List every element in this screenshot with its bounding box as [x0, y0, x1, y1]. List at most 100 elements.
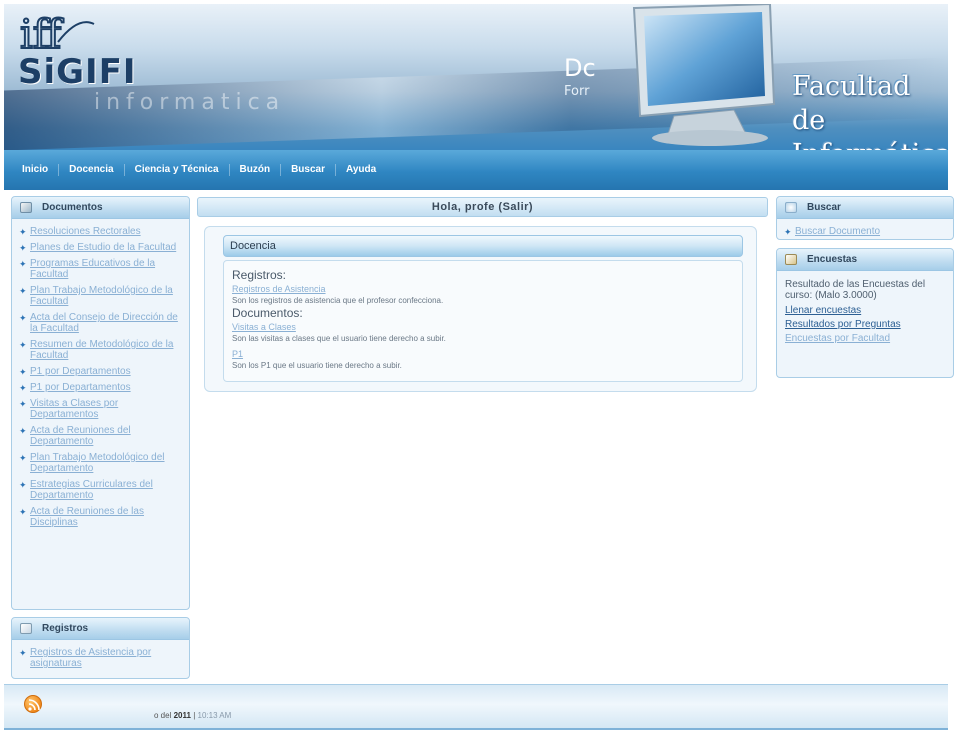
bullet-icon: ✦ — [19, 426, 27, 436]
bullet-icon: ✦ — [19, 243, 27, 253]
faculty-title: Facultad de Informática — [792, 70, 948, 150]
encuestas-summary: Resultado de las Encuestas del curso: (M… — [785, 279, 926, 301]
bullet-icon: ✦ — [19, 383, 27, 393]
list-item: ✦ Resumen de Metodológico de la Facultad — [18, 339, 183, 361]
documentos-link[interactable]: Acta de Reuniones del Departamento — [30, 425, 131, 447]
list-item: ✦ Resoluciones Rectorales — [18, 226, 183, 237]
docencia-body: Registros: Registros de Asistencia Son l… — [223, 260, 743, 382]
bullet-icon: ✦ — [19, 227, 27, 237]
registros-list: ✦ Registros de Asistencia por asignaturas — [18, 647, 183, 669]
list-item: ✦ Acta del Consejo de Dirección de la Fac… — [18, 312, 183, 334]
registro-asistencia-link[interactable]: Registros de Asistencia — [232, 284, 326, 294]
monitor-illustration — [632, 4, 776, 146]
documentos-link[interactable]: Acta de Reuniones de las Disciplinas — [30, 506, 144, 528]
docencia-panel: Docencia Registros: Registros de Asisten… — [204, 226, 757, 392]
registros-header: Registros — [12, 618, 189, 640]
buscar-title: Buscar — [807, 202, 841, 213]
encuestas-title: Encuestas — [807, 254, 858, 265]
registros-title: Registros — [42, 623, 89, 634]
logout-link[interactable]: (Salir) — [498, 201, 533, 213]
bullet-icon: ✦ — [19, 453, 27, 463]
rss-icon[interactable] — [24, 695, 42, 713]
list-item: ✦ Programas Educativos de la Facultad — [18, 258, 183, 280]
bullet-icon: ✦ — [19, 480, 27, 490]
main-nav: Inicio Docencia Ciencia y Técnica Buzón … — [4, 150, 948, 190]
footer-text: o del 2011 | 10:13 AM — [154, 711, 231, 720]
list-item: ✦ Buscar Documento — [783, 226, 947, 237]
page-footer: o del 2011 | 10:13 AM — [4, 684, 948, 730]
docencia-header: Docencia — [223, 235, 743, 257]
nav-buzon[interactable]: Buzón — [230, 164, 282, 176]
bullet-icon: ✦ — [19, 286, 27, 296]
list-item: ✦ Estrategias Curriculares del Departamen… — [18, 479, 183, 501]
list-item: ✦ P1 por Departamentos — [18, 366, 183, 377]
bullet-icon: ✦ — [19, 367, 27, 377]
documentos-box: Documentos ✦ Resoluciones Rectorales ✦ Pla… — [11, 196, 190, 610]
documentos-header: Documentos — [12, 197, 189, 219]
site-banner: iff SiGIFI informatica Dc Forr Facultad … — [4, 4, 948, 150]
registros-link[interactable]: Registros de Asistencia por asignaturas — [30, 647, 151, 669]
list-item: ✦ P1 por Departamentos — [18, 382, 183, 393]
nav-docencia[interactable]: Docencia — [59, 164, 125, 176]
documentos-link[interactable]: Visitas a Clases por Departamentos — [30, 398, 118, 420]
documentos-link[interactable]: P1 por Departamentos — [30, 382, 131, 393]
list-item: ✦ Plan Trabajo Metodológico del Departame… — [18, 452, 183, 474]
footer-prefix: o del — [154, 711, 172, 720]
logo-text: SiGIFI — [18, 52, 137, 92]
list-item: ✦ Plan Trabajo Metodológico de la Faculta… — [18, 285, 183, 307]
list-item: ✦ Acta de Reuniones del Departamento — [18, 425, 183, 447]
nav-buscar[interactable]: Buscar — [281, 164, 336, 176]
search-icon — [785, 202, 797, 213]
nav-inicio[interactable]: Inicio — [12, 164, 60, 176]
buscar-header: Buscar — [777, 197, 953, 219]
documentos-link[interactable]: Resumen de Metodológico de la Facultad — [30, 339, 173, 361]
registros-label: Registros: — [232, 268, 287, 282]
p1-description: Son los P1 que el usuario tiene derecho … — [232, 361, 402, 370]
encuestas-header: Encuestas — [777, 249, 953, 271]
list-item: ✦ Planes de Estudio de la Facultad — [18, 242, 183, 253]
documentos-link[interactable]: Resoluciones Rectorales — [30, 226, 141, 237]
banner-subline: Forr — [564, 84, 590, 99]
bullet-icon: ✦ — [19, 399, 27, 409]
bullet-icon: ✦ — [19, 648, 27, 658]
documentos-link[interactable]: Estrategias Curriculares del Departament… — [30, 479, 153, 501]
logo-mark-icon: iff — [19, 11, 95, 56]
nav-ayuda[interactable]: Ayuda — [336, 164, 386, 176]
p1-link[interactable]: P1 — [232, 349, 243, 359]
documentos-link[interactable]: Programas Educativos de la Facultad — [30, 258, 155, 280]
documents-icon — [20, 202, 32, 213]
registros-box: Registros ✦ Registros de Asistencia por a… — [11, 617, 190, 679]
encuestas-box: Encuestas Resultado de las Encuestas del… — [776, 248, 954, 378]
bullet-icon: ✦ — [19, 313, 27, 323]
visitas-description: Son las visitas a clases que el usuario … — [232, 334, 446, 343]
documentos-label: Documentos: — [232, 306, 303, 320]
encuestas-facultad-link[interactable]: Encuestas por Facultad — [785, 333, 945, 344]
buscar-box: Buscar ✦ Buscar Documento — [776, 196, 954, 240]
footer-time: 10:13 AM — [197, 711, 232, 720]
buscar-documento-link[interactable]: Buscar Documento — [795, 226, 880, 237]
documentos-title: Documentos — [42, 202, 103, 213]
buscar-list: ✦ Buscar Documento — [783, 226, 947, 237]
resultados-preguntas-link[interactable]: Resultados por Preguntas — [785, 319, 945, 330]
bullet-icon: ✦ — [19, 507, 27, 517]
visitas-clases-link[interactable]: Visitas a Clases — [232, 322, 296, 332]
documentos-list: ✦ Resoluciones Rectorales ✦ Planes de Estu… — [18, 226, 183, 528]
survey-icon — [785, 254, 797, 265]
documentos-link[interactable]: P1 por Departamentos — [30, 366, 131, 377]
faculty-title-line2: Informática — [792, 138, 948, 150]
list-item: ✦ Acta de Reuniones de las Disciplinas — [18, 506, 183, 528]
bullet-icon: ✦ — [19, 259, 27, 269]
footer-year: 2011 — [173, 711, 191, 720]
list-item: ✦ Registros de Asistencia por asignaturas — [18, 647, 183, 669]
documentos-link[interactable]: Planes de Estudio de la Facultad — [30, 242, 176, 253]
llenar-encuestas-link[interactable]: Llenar encuestas — [785, 305, 945, 316]
documentos-link[interactable]: Plan Trabajo Metodológico de la Facultad — [30, 285, 173, 307]
documentos-link[interactable]: Plan Trabajo Metodológico del Departamen… — [30, 452, 165, 474]
banner-background-word: informatica — [94, 90, 286, 115]
svg-text:iff: iff — [20, 12, 64, 56]
bullet-icon: ✦ — [784, 227, 792, 237]
nav-ciencia-tecnica[interactable]: Ciencia y Técnica — [125, 164, 230, 176]
greeting-bar: Hola, profe (Salir) — [197, 197, 768, 217]
banner-headline: Dc — [564, 54, 596, 82]
documentos-link[interactable]: Acta del Consejo de Dirección de la Facu… — [30, 312, 178, 334]
